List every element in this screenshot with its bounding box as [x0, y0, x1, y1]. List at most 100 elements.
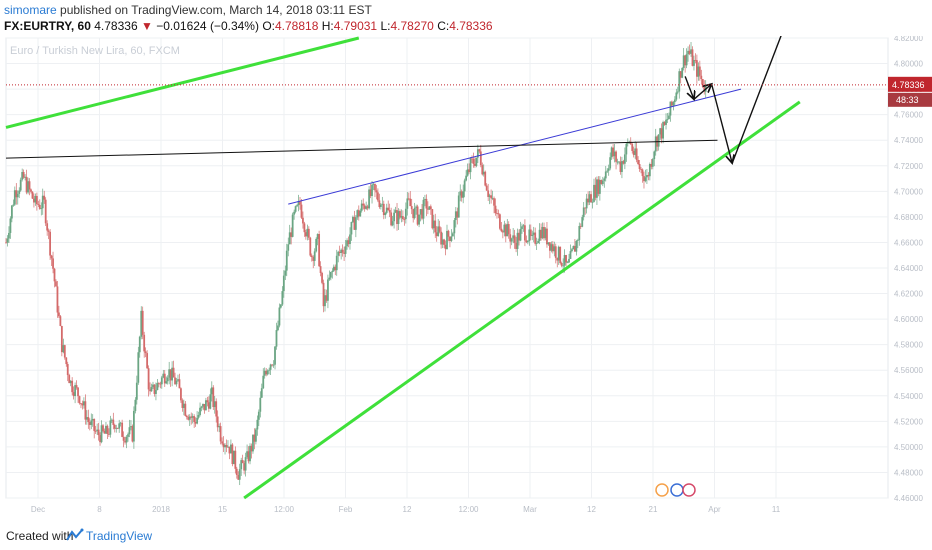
author-link[interactable]: simomare — [4, 3, 57, 17]
candle-body — [278, 307, 281, 326]
undefined-trendline — [731, 24, 786, 164]
candle-body — [465, 175, 468, 181]
candle-body — [519, 228, 522, 241]
candle-body — [216, 416, 219, 428]
candle-body — [666, 119, 669, 120]
candle-body — [59, 316, 62, 326]
candle-body — [146, 353, 149, 369]
y-tick-label: 4.54000 — [894, 392, 923, 401]
candle-body — [644, 177, 647, 182]
chart-area[interactable]: Euro / Turkish New Lira, 60, FXCM 4.8200… — [0, 24, 932, 514]
candle-body — [200, 406, 203, 408]
candle-body — [590, 194, 592, 203]
candle-body — [281, 291, 284, 305]
tradingview-logo-icon[interactable] — [66, 528, 84, 542]
tradingview-link[interactable]: TradingView — [86, 529, 152, 543]
candle-body — [406, 198, 409, 209]
candle-body — [215, 401, 218, 417]
price-chart[interactable]: Euro / Turkish New Lira, 60, FXCM 4.8200… — [0, 24, 932, 514]
candle-body — [653, 151, 656, 160]
candle-body — [410, 206, 413, 210]
candle-body — [387, 207, 390, 211]
event-icons[interactable] — [655, 483, 696, 497]
candle-body — [56, 286, 59, 313]
y-tick-label: 4.50000 — [894, 443, 923, 452]
candle-body — [102, 425, 104, 431]
candle-body — [349, 234, 351, 245]
candle-body — [510, 238, 513, 242]
candle-body — [28, 181, 31, 190]
candle-body — [393, 212, 395, 222]
candle-body — [66, 364, 69, 376]
candle-body — [31, 191, 34, 199]
created-with-label: Created with — [6, 529, 74, 543]
candle-body — [37, 204, 40, 205]
candle-body — [53, 268, 56, 282]
candle-body — [160, 377, 163, 385]
last-price-label: 4.78336 — [94, 19, 138, 33]
candle-body — [268, 369, 271, 371]
candle-body — [184, 403, 187, 416]
candle-body — [84, 401, 87, 420]
candle-body — [494, 205, 497, 214]
candle-body — [535, 243, 538, 244]
candle-body — [93, 418, 96, 431]
candle-body — [47, 230, 50, 232]
candle-body — [50, 255, 53, 259]
candle-body — [272, 364, 275, 366]
candle-body — [9, 218, 12, 233]
blue-trendline — [288, 88, 742, 205]
candle-body — [384, 212, 387, 216]
x-tick-label: 12:00 — [458, 505, 479, 514]
candle-body — [559, 246, 562, 263]
candle-body — [379, 204, 382, 207]
candle-body — [344, 246, 347, 254]
candle-body — [63, 345, 66, 358]
candle-body — [554, 246, 557, 258]
y-tick-label: 4.68000 — [894, 213, 923, 222]
candle-body — [672, 102, 675, 106]
x-tick-label: 12:00 — [274, 505, 295, 514]
candle-body — [641, 169, 644, 177]
candle-body — [591, 201, 594, 203]
candle-body — [388, 210, 391, 213]
candle-body — [472, 158, 475, 164]
candle-body — [374, 183, 376, 191]
candle-body — [166, 377, 169, 382]
candle-body — [199, 407, 201, 416]
candle-body — [143, 334, 146, 352]
candle-body — [418, 214, 420, 225]
candle-body — [294, 206, 297, 212]
published-text: published on TradingView.com, March 14, … — [60, 3, 372, 17]
candle-body — [484, 171, 487, 186]
y-tick-label: 4.62000 — [894, 290, 923, 299]
candle-body — [285, 250, 288, 271]
candle-body — [127, 434, 129, 437]
candle-body — [16, 193, 19, 198]
candle-body — [156, 383, 159, 390]
candle-body — [701, 79, 704, 87]
candle-body — [546, 228, 548, 245]
publish-line: simomare published on TradingView.com, M… — [4, 3, 372, 17]
candle-body — [150, 387, 153, 392]
candle-body — [19, 179, 22, 191]
y-tick-label: 4.74000 — [894, 136, 923, 145]
candle-body — [575, 240, 578, 252]
candle-body — [138, 336, 141, 353]
time-axis[interactable]: Dec 8 2018 15 12:00 Feb 12 12:00 Mar 12 21 Apr 11 — [31, 505, 781, 514]
y-tick-label: 4.70000 — [894, 187, 923, 196]
candle-body — [255, 429, 257, 442]
candle-body — [274, 346, 276, 365]
candle-body — [685, 54, 688, 66]
candle-body — [197, 415, 200, 418]
candle-body — [562, 265, 565, 267]
candle-body — [275, 330, 278, 347]
change-label: −0.01624 (−0.34%) — [156, 19, 259, 33]
candle-body — [609, 157, 612, 169]
candle-body — [601, 180, 604, 185]
y-tick-label: 4.58000 — [894, 341, 923, 350]
event-icon — [682, 483, 696, 497]
countdown-badge-text: 48:33 — [896, 95, 919, 105]
candle-body — [673, 99, 676, 103]
candle-body — [282, 275, 285, 292]
